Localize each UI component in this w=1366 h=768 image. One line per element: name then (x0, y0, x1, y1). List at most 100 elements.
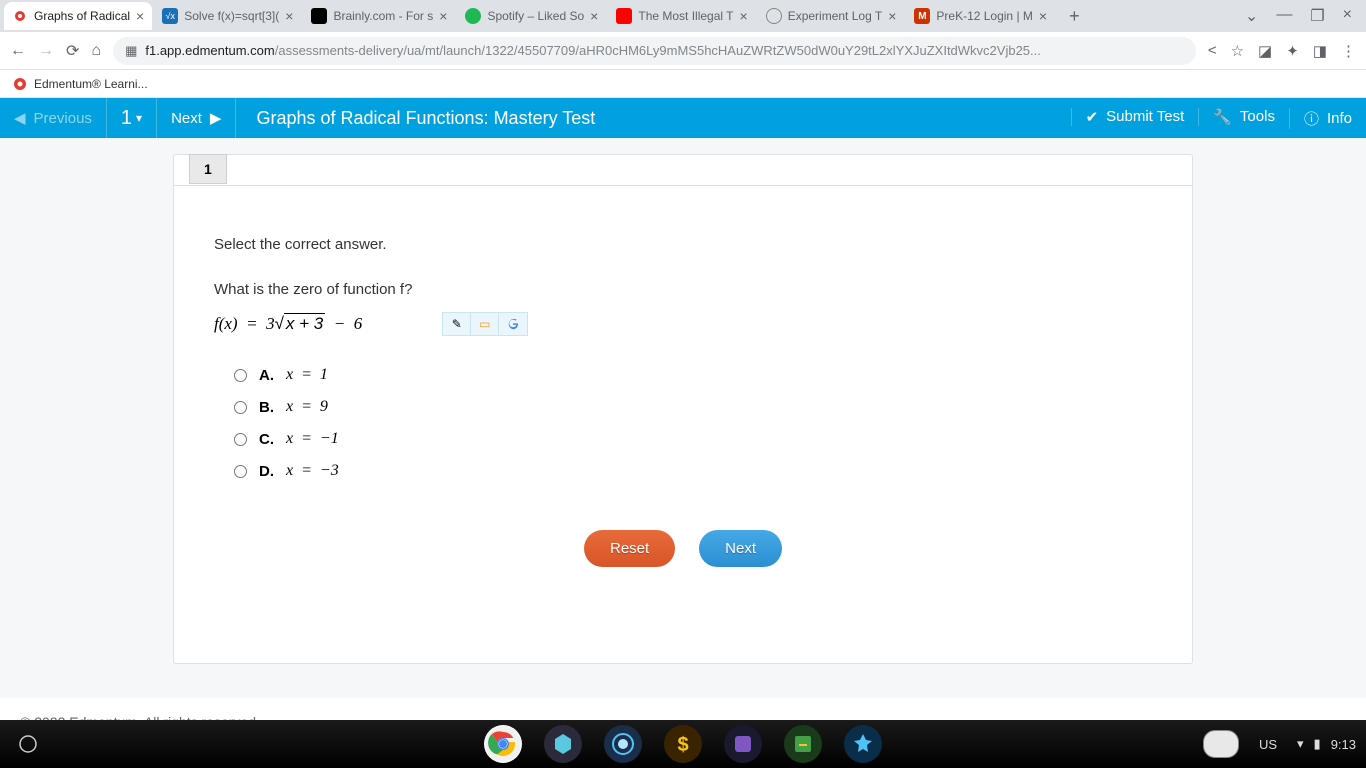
chevron-down-icon: ▾ (136, 111, 142, 125)
option-math: x = 1 (286, 366, 328, 384)
option-math: x = 9 (286, 398, 328, 416)
close-icon[interactable]: × (136, 8, 144, 24)
question-number-dropdown[interactable]: 1 ▾ (106, 98, 157, 138)
browser-toolbar: ← → ⟳ ⌂ ▦ f1.app.edmentum.com /assessmen… (0, 32, 1366, 70)
bookmark-label[interactable]: Edmentum® Learni... (34, 77, 148, 91)
bookmarks-bar: Edmentum® Learni... (0, 70, 1366, 98)
google-search-icon[interactable] (499, 313, 527, 335)
bookmark-star-icon[interactable]: ☆ (1231, 42, 1244, 60)
close-icon[interactable]: × (888, 8, 896, 24)
svg-text:$: $ (677, 734, 688, 756)
app-icon-5[interactable] (723, 724, 763, 764)
radio-b[interactable] (234, 401, 247, 414)
note-icon[interactable]: ▭ (471, 313, 499, 335)
tab-title: Brainly.com - For s (333, 9, 433, 23)
option-a[interactable]: A. x = 1 (234, 366, 1152, 384)
option-math: x = −3 (286, 462, 339, 480)
clock: 9:13 (1331, 737, 1356, 752)
option-letter: A. (259, 367, 274, 384)
browser-tab[interactable]: √x Solve f(x)=sqrt[3]( × (154, 2, 301, 30)
option-letter: B. (259, 399, 274, 416)
option-b[interactable]: B. x = 9 (234, 398, 1152, 416)
previous-label: Previous (34, 110, 92, 127)
radio-c[interactable] (234, 433, 247, 446)
close-icon[interactable]: × (1039, 8, 1047, 24)
menu-dots-icon[interactable]: ⋮ (1341, 42, 1356, 60)
check-circle-icon: ✔ (1086, 108, 1099, 126)
info-icon: ⓘ (1304, 108, 1319, 129)
extension-icon[interactable]: ◪ (1258, 42, 1272, 60)
submit-test-button[interactable]: ✔ Submit Test (1071, 108, 1199, 126)
new-tab-button[interactable]: + (1063, 6, 1086, 27)
reset-button[interactable]: Reset (584, 530, 675, 567)
launcher-button[interactable] (10, 726, 46, 762)
chrome-app-icon[interactable] (483, 724, 523, 764)
minimize-icon[interactable]: — (1276, 6, 1292, 26)
next-label: Next (171, 110, 202, 127)
tools-label: Tools (1240, 108, 1275, 125)
wifi-icon: ▾ (1297, 736, 1304, 752)
radio-a[interactable] (234, 369, 247, 382)
question-tab[interactable]: 1 (189, 154, 227, 184)
next-button[interactable]: Next ▶ (157, 98, 236, 138)
tools-button[interactable]: 🔧 Tools (1198, 108, 1289, 126)
status-tray[interactable]: US ▾ ▮ 9:13 (1203, 730, 1356, 758)
favicon-spotify (465, 8, 481, 24)
info-label: Info (1327, 110, 1352, 127)
favicon-brainly (311, 8, 327, 24)
window-controls: ⌄ — ❐ × (1245, 6, 1362, 26)
close-icon[interactable]: × (590, 8, 598, 24)
option-letter: D. (259, 463, 274, 480)
extensions-puzzle-icon[interactable]: ✦ (1286, 42, 1299, 60)
browser-tab-strip: Graphs of Radical × √x Solve f(x)=sqrt[3… (0, 0, 1366, 32)
browser-tab[interactable]: M PreK-12 Login | M × (906, 2, 1055, 30)
browser-tab[interactable]: The Most Illegal T × (608, 2, 755, 30)
radio-d[interactable] (234, 465, 247, 478)
app-icon-7[interactable] (843, 724, 883, 764)
bookmark-favicon (12, 76, 28, 92)
option-d[interactable]: D. x = −3 (234, 462, 1152, 480)
tab-title: Solve f(x)=sqrt[3]( (184, 9, 279, 23)
previous-button[interactable]: ◀ Previous (0, 98, 106, 138)
forward-icon[interactable]: → (38, 42, 54, 60)
url-domain: f1.app.edmentum.com (145, 43, 274, 58)
address-bar[interactable]: ▦ f1.app.edmentum.com /assessments-deliv… (113, 37, 1196, 65)
user-avatar[interactable] (1203, 730, 1239, 758)
tab-title: The Most Illegal T (638, 9, 733, 23)
info-button[interactable]: ⓘ Info (1289, 108, 1366, 129)
app-icon-3[interactable] (603, 724, 643, 764)
close-icon[interactable]: × (285, 8, 293, 24)
app-icon-6[interactable] (783, 724, 823, 764)
restore-icon[interactable]: ❐ (1310, 6, 1324, 26)
highlight-toolbar: ✎ ▭ (442, 312, 528, 336)
close-icon[interactable]: × (740, 8, 748, 24)
app-icon-2[interactable] (543, 724, 583, 764)
language-indicator[interactable]: US (1249, 733, 1287, 756)
battery-icon: ▮ (1314, 736, 1321, 752)
option-c[interactable]: C. x = −1 (234, 430, 1152, 448)
share-icon[interactable]: < (1208, 42, 1217, 60)
reload-icon[interactable]: ⟳ (66, 41, 79, 61)
question-prompt: Select the correct answer. (214, 236, 1152, 253)
favicon-mcgraw: M (914, 8, 930, 24)
pencil-icon[interactable]: ✎ (443, 313, 471, 335)
browser-tab[interactable]: Spotify – Liked So × (457, 2, 606, 30)
site-info-icon[interactable]: ▦ (125, 43, 137, 59)
home-icon[interactable]: ⌂ (91, 42, 101, 60)
next-question-button[interactable]: Next (699, 530, 782, 567)
option-math: x = −1 (286, 430, 339, 448)
app-icon-4[interactable]: $ (663, 724, 703, 764)
browser-tab-active[interactable]: Graphs of Radical × (4, 2, 152, 30)
tab-title: Experiment Log T (788, 9, 883, 23)
chromeos-shelf: $ US ▾ ▮ 9:13 (0, 720, 1366, 768)
question-number: 1 (121, 107, 132, 130)
arrow-right-circle-icon: ▶ (210, 109, 222, 127)
chevron-down-icon[interactable]: ⌄ (1245, 6, 1258, 26)
close-icon[interactable]: × (439, 8, 447, 24)
browser-tab[interactable]: Experiment Log T × (758, 2, 905, 30)
browser-tab[interactable]: Brainly.com - For s × (303, 2, 455, 30)
side-panel-icon[interactable]: ◨ (1313, 42, 1327, 60)
back-icon[interactable]: ← (10, 42, 26, 60)
question-card: 1 Select the correct answer. What is the… (173, 154, 1193, 664)
close-window-icon[interactable]: × (1343, 6, 1352, 26)
